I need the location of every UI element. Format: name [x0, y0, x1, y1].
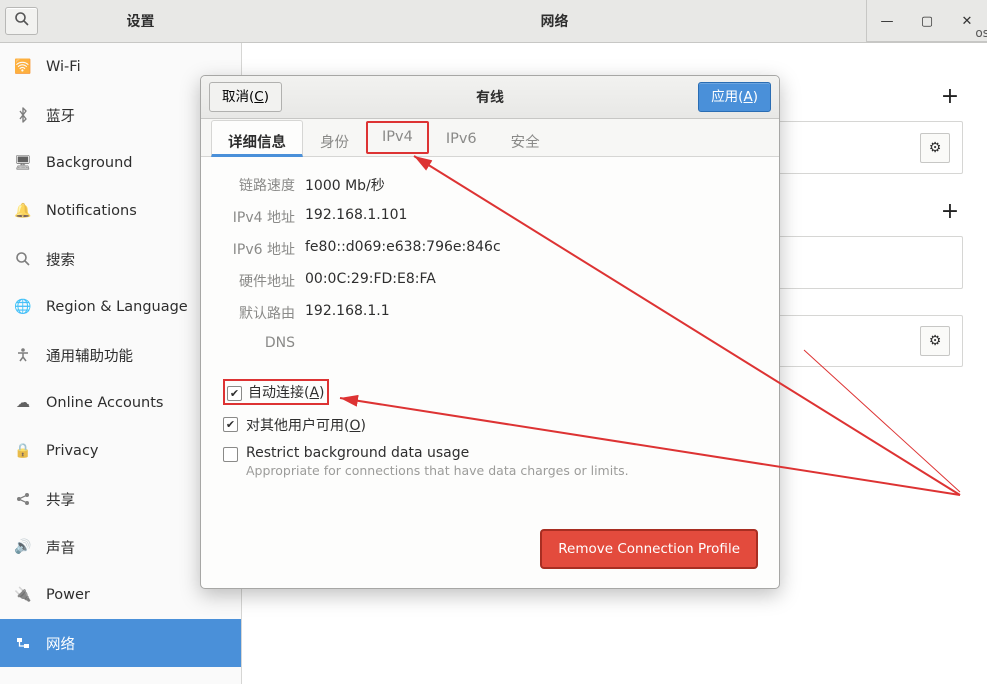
value-link-speed: 1000 Mb/秒: [305, 175, 385, 195]
sidebar-item-label: Wi-Fi: [46, 59, 81, 75]
sidebar-item-label: 通用辅助功能: [46, 345, 133, 366]
close-icon: ✕: [962, 14, 973, 29]
value-ipv6: fe80::d069:e638:796e:846c: [305, 239, 501, 259]
restrict-bg-checkbox[interactable]: [223, 447, 238, 462]
gear-icon: ⚙: [929, 140, 942, 156]
sidebar-item-label: Power: [46, 587, 90, 603]
maximize-icon: ▢: [921, 14, 933, 29]
autoconnect-checkbox[interactable]: [227, 386, 242, 401]
tab-ipv6[interactable]: IPv6: [429, 120, 494, 157]
dialog-title: 有线: [201, 87, 779, 107]
dialog-tabs: 详细信息 身份 IPv4 IPv6 安全: [201, 119, 779, 157]
wired-settings-button[interactable]: ⚙: [920, 133, 950, 163]
add-wired-button[interactable]: +: [937, 83, 963, 109]
sidebar-item-label: 搜索: [46, 249, 75, 270]
restrict-bg-sub: Appropriate for connections that have da…: [246, 463, 629, 478]
truncated-text: os: [975, 26, 987, 40]
label-route: 默认路由: [223, 303, 295, 323]
tab-identity[interactable]: 身份: [303, 120, 366, 157]
search-icon: [14, 11, 30, 31]
value-hw: 00:0C:29:FD:E8:FA: [305, 271, 436, 291]
sidebar-item-label: Background: [46, 155, 133, 171]
sidebar-item-label: 蓝牙: [46, 105, 75, 126]
remove-profile-button[interactable]: Remove Connection Profile: [541, 530, 757, 568]
search-icon: [14, 250, 32, 268]
label-link-speed: 链路速度: [223, 175, 295, 195]
sound-icon: 🔊: [14, 538, 32, 556]
accessibility-icon: [14, 346, 32, 364]
settings-title: 设置: [38, 11, 243, 31]
plus-icon: +: [941, 199, 959, 224]
sidebar-item-label: Online Accounts: [46, 395, 163, 411]
autoconnect-label: 自动连接(: [248, 385, 309, 401]
cancel-button[interactable]: 取消(C): [209, 82, 282, 112]
page-title: 网络: [242, 11, 867, 31]
dialog-header: 取消(C) 有线 应用(A): [201, 76, 779, 119]
sidebar-item-label: 声音: [46, 537, 75, 558]
network-icon: [14, 634, 32, 652]
autoconnect-highlight: 自动连接(A): [223, 379, 329, 405]
minimize-button[interactable]: —: [867, 0, 907, 42]
lock-icon: 🔒: [14, 442, 32, 460]
sidebar-item-label: 网络: [46, 633, 75, 654]
minimize-icon: —: [881, 14, 894, 29]
bell-icon: 🔔: [14, 202, 32, 220]
tab-details[interactable]: 详细信息: [211, 120, 303, 157]
search-button[interactable]: [5, 7, 38, 35]
power-icon: 🔌: [14, 586, 32, 604]
details-body: 链路速度 1000 Mb/秒 IPv4 地址 192.168.1.101 IPv6 …: [201, 157, 779, 588]
other-users-checkbox[interactable]: [223, 417, 238, 432]
label-dns: DNS: [223, 335, 295, 351]
sidebar-item-label: Region & Language: [46, 299, 188, 315]
sidebar-item-network[interactable]: 网络: [0, 619, 241, 667]
window-controls: — ▢ ✕: [866, 0, 987, 42]
background-icon: 🖥: [14, 154, 32, 172]
label-hw: 硬件地址: [223, 271, 295, 291]
sidebar-item-label: Privacy: [46, 443, 99, 459]
add-vpn-button[interactable]: +: [937, 198, 963, 224]
globe-icon: 🌐: [14, 298, 32, 316]
maximize-button[interactable]: ▢: [907, 0, 947, 42]
value-route: 192.168.1.1: [305, 303, 390, 323]
apply-button[interactable]: 应用(A): [698, 82, 771, 112]
bluetooth-icon: [14, 106, 32, 124]
proxy-settings-button[interactable]: ⚙: [920, 326, 950, 356]
online-accounts-icon: ☁: [14, 394, 32, 412]
share-icon: [14, 490, 32, 508]
restrict-bg-label: Restrict background data usage: [246, 445, 629, 461]
label-ipv6: IPv6 地址: [223, 239, 295, 259]
value-ipv4: 192.168.1.101: [305, 207, 407, 227]
tab-ipv4[interactable]: IPv4: [366, 121, 429, 154]
wifi-icon: 🛜: [14, 58, 32, 76]
sidebar-item-label: Notifications: [46, 203, 137, 219]
label-ipv4: IPv4 地址: [223, 207, 295, 227]
plus-icon: +: [941, 84, 959, 109]
connection-dialog: 取消(C) 有线 应用(A) 详细信息 身份 IPv4 IPv6 安全 链路速度…: [200, 75, 780, 589]
sidebar-item-label: 共享: [46, 489, 75, 510]
tab-security[interactable]: 安全: [494, 120, 557, 157]
titlebar: 设置 网络 — ▢ ✕ os: [0, 0, 987, 43]
gear-icon: ⚙: [929, 333, 942, 349]
other-users-label: 对其他用户可用(: [246, 418, 349, 434]
